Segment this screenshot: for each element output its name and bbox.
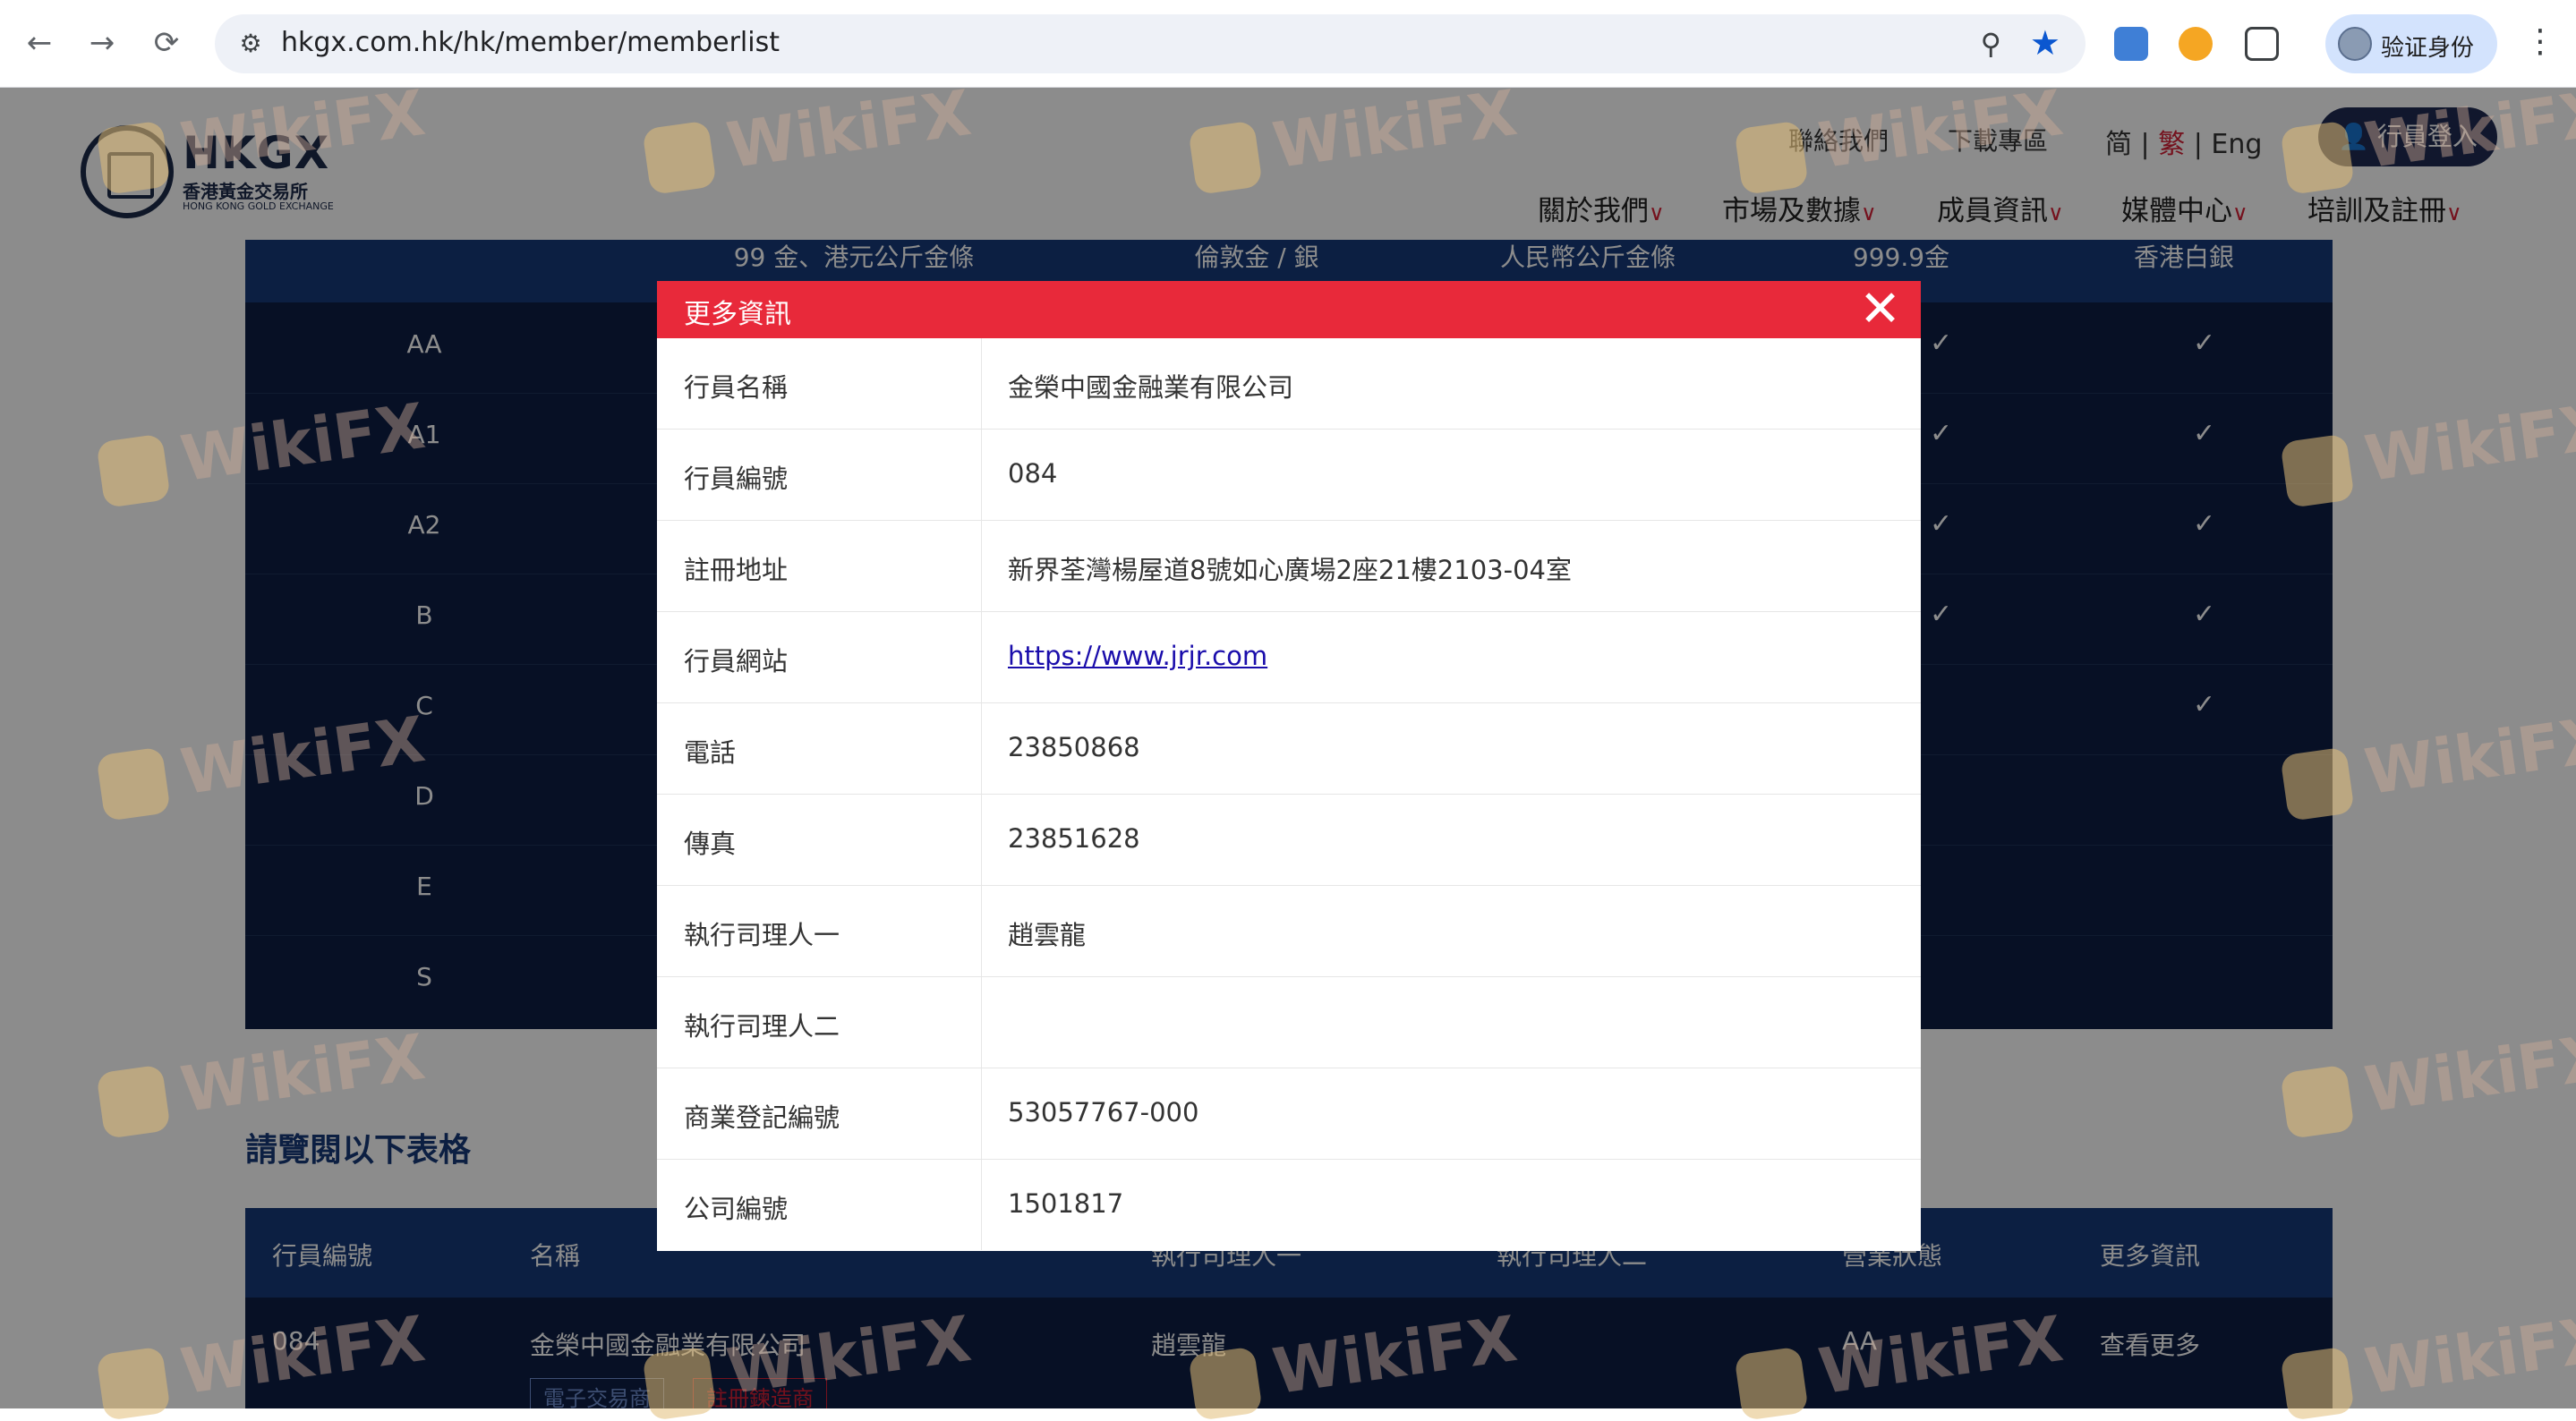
info-row: 電話 23850868 (657, 703, 1921, 795)
info-value: 084 (1008, 458, 1058, 489)
info-label: 行員網站 (684, 646, 789, 676)
extension-s-icon[interactable] (2114, 27, 2148, 61)
extension-fox-icon[interactable] (2179, 27, 2213, 61)
info-label: 電話 (684, 737, 737, 768)
profile-label: 验证身份 (2381, 35, 2475, 62)
info-value: 23851628 (1008, 823, 1140, 854)
url-text[interactable]: hkgx.com.hk/hk/member/memberlist (281, 27, 780, 58)
info-label: 公司編號 (684, 1194, 789, 1224)
profile-avatar-icon (2338, 27, 2372, 61)
info-label-cell: 執行司理人一 (657, 886, 982, 976)
reload-icon[interactable]: ⟳ (147, 23, 186, 63)
info-label: 執行司理人一 (684, 920, 840, 950)
extensions-puzzle-icon[interactable] (2245, 27, 2279, 61)
zoom-icon[interactable]: ⚲ (1981, 27, 2001, 61)
info-row: 行員編號 084 (657, 430, 1921, 521)
member-website-link[interactable]: https://www.jrjr.com (1008, 641, 1267, 671)
info-value: 53057767-000 (1008, 1097, 1199, 1127)
info-value: 新界荃灣楊屋道8號如心廣場2座21樓2103-04室 (1008, 555, 1572, 585)
site-info-icon[interactable]: ⚙ (235, 28, 267, 60)
info-label: 行員名稱 (684, 372, 789, 403)
profile-button[interactable]: 验证身份 (2325, 14, 2497, 73)
info-label: 執行司理人二 (684, 1011, 840, 1042)
member-info-modal: 更多資訊 ✕ 行員名稱 金榮中國金融業有限公司 行員編號 084 註冊地址 新界荃灣楊… (657, 281, 1921, 1251)
info-label-cell: 行員網站 (657, 612, 982, 702)
info-label-cell: 傳真 (657, 795, 982, 885)
info-label-cell: 註冊地址 (657, 521, 982, 611)
info-value: 23850868 (1008, 732, 1140, 762)
info-label-cell: 商業登記編號 (657, 1068, 982, 1159)
info-label: 傳真 (684, 829, 737, 859)
address-bar[interactable]: ⚙ hkgx.com.hk/hk/member/memberlist ⚲ ★ (215, 14, 2086, 73)
info-value: 1501817 (1008, 1188, 1124, 1219)
close-icon[interactable]: ✕ (1859, 285, 1901, 335)
info-label-cell: 行員編號 (657, 430, 982, 520)
browser-menu-icon[interactable]: ⋮ (2524, 23, 2556, 60)
info-label: 行員編號 (684, 464, 789, 494)
bookmark-star-icon[interactable]: ★ (2030, 23, 2060, 63)
info-value: 金榮中國金融業有限公司 (1008, 372, 1294, 403)
info-row: 商業登記編號 53057767-000 (657, 1068, 1921, 1160)
info-row: 註冊地址 新界荃灣楊屋道8號如心廣場2座21樓2103-04室 (657, 521, 1921, 612)
info-row: 執行司理人二 (657, 977, 1921, 1068)
info-value: 趙雲龍 (1008, 920, 1087, 950)
modal-header: 更多資訊 ✕ (657, 281, 1921, 338)
info-label: 註冊地址 (684, 555, 789, 585)
back-icon[interactable]: ← (20, 23, 59, 63)
info-label-cell: 公司編號 (657, 1160, 982, 1250)
forward-icon[interactable]: → (82, 23, 122, 63)
info-label: 商業登記編號 (684, 1102, 840, 1133)
info-row: 行員網站 https://www.jrjr.com (657, 612, 1921, 703)
info-label-cell: 執行司理人二 (657, 977, 982, 1068)
info-row: 行員名稱 金榮中國金融業有限公司 (657, 338, 1921, 430)
info-label-cell: 行員名稱 (657, 338, 982, 429)
browser-chrome: ← → ⟳ ⚙ hkgx.com.hk/hk/member/memberlist… (0, 0, 2576, 88)
info-row: 執行司理人一 趙雲龍 (657, 886, 1921, 977)
info-row: 公司編號 1501817 (657, 1160, 1921, 1250)
info-label-cell: 電話 (657, 703, 982, 794)
info-row: 傳真 23851628 (657, 795, 1921, 886)
modal-title: 更多資訊 (684, 299, 791, 330)
